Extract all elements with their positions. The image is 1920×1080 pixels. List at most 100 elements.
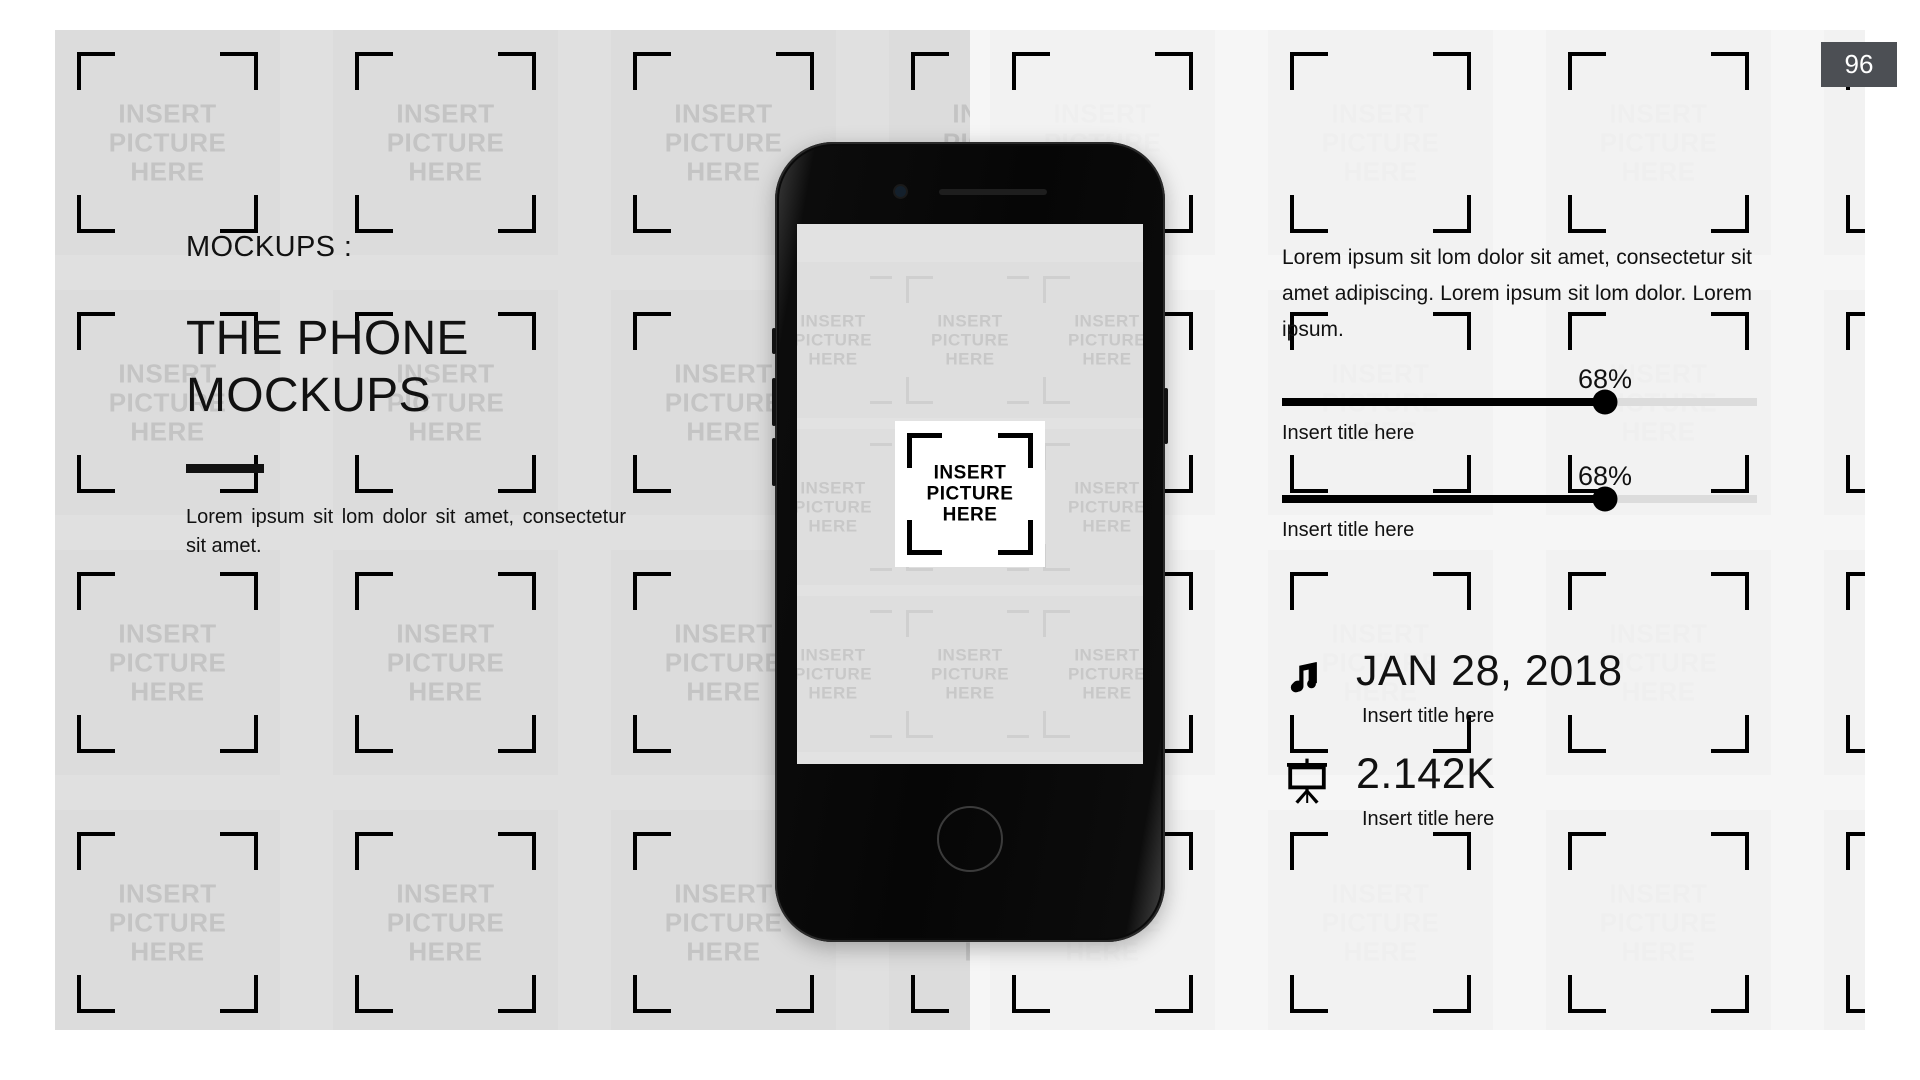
slider-track[interactable] xyxy=(1282,389,1757,415)
placeholder-line-1: INSERT xyxy=(1331,878,1430,908)
picture-placeholder-tile[interactable]: INSERTPICTUREHERE xyxy=(55,30,280,255)
corner-bracket-bottom-right-icon xyxy=(498,715,536,753)
placeholder-text: INSERTPICTUREHERE xyxy=(892,312,1048,369)
corner-bracket-top-right-icon xyxy=(1155,52,1193,90)
corner-bracket-top-left-icon xyxy=(906,276,933,303)
picture-placeholder-tile[interactable]: INSERTPICTUREHERE xyxy=(333,550,558,775)
corner-bracket-top-left-icon xyxy=(1043,443,1070,470)
picture-placeholder-tile[interactable]: INSERTPICTUREHERE xyxy=(1029,262,1143,418)
picture-placeholder-tile[interactable]: INSERTPICTUREHERE xyxy=(1546,30,1771,255)
placeholder-text: INSERTPICTUREHERE xyxy=(333,99,558,186)
phone-power-button[interactable] xyxy=(1164,388,1168,444)
placeholder-text: INSERTPICTUREHERE xyxy=(333,619,558,706)
placeholder-line-3: HERE xyxy=(408,156,483,186)
placeholder-line-3: HERE xyxy=(1621,156,1696,186)
placeholder-line-3: HERE xyxy=(130,936,205,966)
placeholder-text: INSERTPICTUREHERE xyxy=(1824,359,1865,446)
corner-bracket-top-left-icon xyxy=(77,52,115,90)
placeholder-text: INSERTPICTUREHERE xyxy=(1029,312,1143,369)
corner-bracket-bottom-left-icon xyxy=(1846,195,1865,233)
placeholder-line-1: INSERT xyxy=(396,618,495,648)
picture-placeholder-tile[interactable]: INSERTPICTUREHERE xyxy=(892,262,1048,418)
corner-bracket-bottom-right-icon xyxy=(220,975,258,1013)
placeholder-line-2: PICTURE xyxy=(1599,127,1718,157)
placeholder-text: INSERTPICTUREHERE xyxy=(55,99,280,186)
picture-placeholder-tile[interactable]: INSERTPICTUREHERE xyxy=(333,30,558,255)
placeholder-text: INSERTPICTUREHERE xyxy=(1546,99,1771,186)
stat-caption: Insert title here xyxy=(1362,705,1495,727)
corner-bracket-top-left-icon xyxy=(1290,52,1328,90)
placeholder-line-3: HERE xyxy=(942,504,998,526)
corner-bracket-bottom-left-icon xyxy=(1043,377,1070,404)
placeholder-line-2: PICTURE xyxy=(1321,127,1440,157)
placeholder-line-3: HERE xyxy=(945,349,995,369)
corner-bracket-bottom-left-icon xyxy=(911,975,949,1013)
picture-placeholder-tile[interactable]: INSERTPICTUREHERE xyxy=(892,596,1048,752)
placeholder-line-1: INSERT xyxy=(1331,618,1430,648)
picture-placeholder-tile[interactable]: INSERTPICTUREHERE xyxy=(1268,30,1493,255)
placeholder-line-1: INSERT xyxy=(1074,311,1140,331)
placeholder-line-1: INSERT xyxy=(1053,98,1152,128)
picture-placeholder-tile[interactable]: INSERTPICTUREHERE xyxy=(55,810,280,1030)
corner-bracket-top-left-icon xyxy=(633,52,671,90)
phone-home-button[interactable] xyxy=(937,806,1003,872)
phone-mute-switch[interactable] xyxy=(772,328,776,354)
right-copy-block: Lorem ipsum sit lom dolor sit amet, cons… xyxy=(1282,240,1752,348)
placeholder-line-2: PICTURE xyxy=(926,483,1014,505)
corner-bracket-top-left-icon xyxy=(1846,312,1865,350)
slider-fill xyxy=(1282,398,1605,406)
corner-bracket-bottom-left-icon xyxy=(633,195,671,233)
picture-placeholder-tile[interactable]: INSERTPICTUREHERE xyxy=(1029,596,1143,752)
corner-bracket-bottom-right-icon xyxy=(498,975,536,1013)
corner-bracket-top-left-icon xyxy=(906,610,933,637)
phone-volume-down-button[interactable] xyxy=(772,438,776,486)
slider-handle[interactable] xyxy=(1592,486,1618,512)
stat-text: JAN 28, 2018 Insert title here xyxy=(1356,648,1762,729)
corner-bracket-top-left-icon xyxy=(77,312,115,350)
placeholder-text: INSERTPICTUREHERE xyxy=(55,619,280,706)
phone-front-camera-icon xyxy=(895,186,906,197)
picture-placeholder-tile[interactable]: INSERTPICTUREHERE xyxy=(1824,810,1865,1030)
placeholder-text: INSERTPICTUREHERE xyxy=(1029,646,1143,703)
corner-bracket-top-left-icon xyxy=(1043,276,1070,303)
corner-bracket-top-right-icon xyxy=(1433,52,1471,90)
corner-bracket-top-right-icon xyxy=(220,52,258,90)
picture-placeholder-tile[interactable]: INSERTPICTUREHERE xyxy=(1824,290,1865,515)
picture-placeholder-tile[interactable]: INSERTPICTUREHERE xyxy=(1824,550,1865,775)
placeholder-line-1: INSERT xyxy=(937,311,1003,331)
corner-bracket-top-left-icon xyxy=(355,572,393,610)
phone-volume-up-button[interactable] xyxy=(772,378,776,426)
corner-bracket-top-left-icon xyxy=(1568,52,1606,90)
placeholder-text: INSERT PICTURE HERE xyxy=(895,463,1045,526)
corner-bracket-top-left-icon xyxy=(911,52,949,90)
corner-bracket-bottom-left-icon xyxy=(1568,975,1606,1013)
placeholder-line-1: INSERT xyxy=(952,98,970,128)
phone-hero-image-placeholder[interactable]: INSERT PICTURE HERE xyxy=(895,421,1045,567)
corner-bracket-top-right-icon xyxy=(1711,52,1749,90)
placeholder-line-1: INSERT xyxy=(937,645,1003,665)
picture-placeholder-tile[interactable]: INSERTPICTUREHERE xyxy=(333,810,558,1030)
placeholder-line-1: INSERT xyxy=(396,878,495,908)
presentation-easel-icon xyxy=(1282,751,1356,805)
picture-placeholder-tile[interactable]: INSERTPICTUREHERE xyxy=(1029,429,1143,585)
slider-item: 68% Insert title here xyxy=(1282,461,1757,542)
corner-bracket-bottom-left-icon xyxy=(633,715,671,753)
corner-bracket-bottom-right-icon xyxy=(1711,195,1749,233)
placeholder-text: INSERTPICTUREHERE xyxy=(1824,879,1865,966)
stat-list: JAN 28, 2018 Insert title here 2.142K Inser… xyxy=(1282,648,1762,854)
corner-bracket-bottom-right-icon xyxy=(220,715,258,753)
corner-bracket-bottom-left-icon xyxy=(1846,455,1865,493)
slider-track[interactable] xyxy=(1282,486,1757,512)
placeholder-line-3: HERE xyxy=(408,936,483,966)
corner-bracket-bottom-right-icon xyxy=(1433,975,1471,1013)
picture-placeholder-tile[interactable]: INSERTPICTUREHERE xyxy=(55,550,280,775)
corner-bracket-bottom-left-icon xyxy=(355,715,393,753)
slider-fill xyxy=(1282,495,1605,503)
placeholder-line-3: HERE xyxy=(1824,677,1865,706)
slider-item: 68% Insert title here xyxy=(1282,364,1757,445)
placeholder-line-1: INSERT xyxy=(1609,618,1708,648)
slider-handle[interactable] xyxy=(1592,389,1618,415)
corner-bracket-top-right-icon xyxy=(220,572,258,610)
placeholder-line-3: HERE xyxy=(130,676,205,706)
placeholder-line-2: PICTURE xyxy=(108,647,227,677)
